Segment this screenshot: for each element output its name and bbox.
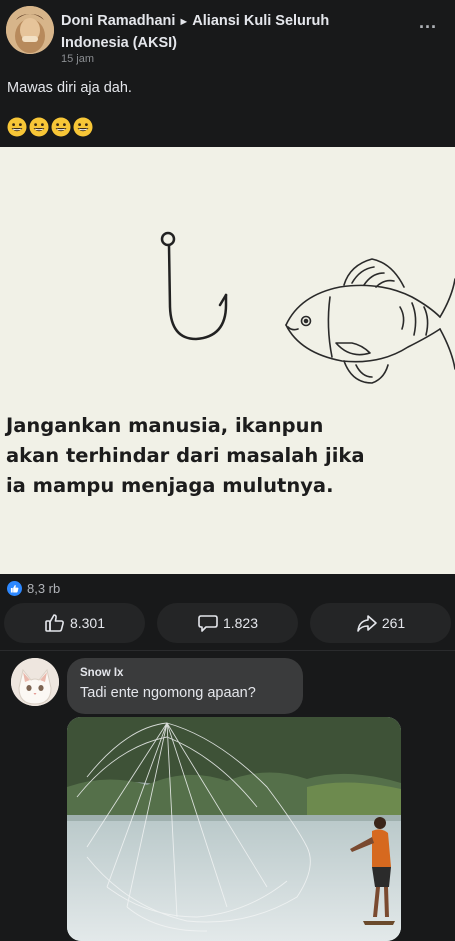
fishing-hook-icon xyxy=(160,231,228,341)
comment-text: Tadi ente ngomong apaan? xyxy=(80,685,256,701)
post-timestamp[interactable]: 15 jam xyxy=(61,53,94,65)
reaction-summary[interactable]: 8,3 rb xyxy=(7,578,60,598)
section-divider xyxy=(0,650,455,651)
more-options-button[interactable]: ... xyxy=(415,12,441,32)
fisherman-casting-net-photo xyxy=(67,717,401,941)
share-icon xyxy=(357,615,377,632)
emoji-row xyxy=(7,117,93,139)
author-name[interactable]: Doni Ramadhani xyxy=(61,13,175,29)
share-button[interactable]: 261 xyxy=(310,603,451,643)
commenter-avatar[interactable] xyxy=(11,658,59,706)
post-text: Mawas diri aja dah. xyxy=(7,80,132,96)
comment-button[interactable]: 1.823 xyxy=(157,603,298,643)
arrow-icon: ► xyxy=(178,16,190,28)
commenter-name[interactable]: Snow Ix xyxy=(80,667,123,679)
grinning-face-emoji-icon xyxy=(51,117,71,137)
author-avatar[interactable] xyxy=(6,6,54,54)
fish-icon xyxy=(285,258,455,384)
meme-caption: Jangankan manusia, ikanpun akan terhinda… xyxy=(6,414,365,497)
comment-count: 1.823 xyxy=(222,615,259,631)
post-author-line: Doni Ramadhani ► Aliansi Kuli Seluruh Indo… xyxy=(61,11,391,54)
grinning-face-emoji-icon xyxy=(29,117,49,137)
comment-icon xyxy=(198,615,218,632)
like-icon xyxy=(7,580,22,596)
share-count: 261 xyxy=(381,615,406,631)
grinning-face-emoji-icon xyxy=(73,117,93,137)
like-button[interactable]: 8.301 xyxy=(4,603,145,643)
comment-photo[interactable] xyxy=(67,717,401,941)
hook-and-fish-illustration xyxy=(160,231,455,384)
reaction-count: 8,3 rb xyxy=(27,580,61,596)
like-count: 8.301 xyxy=(69,615,106,631)
grinning-face-emoji-icon xyxy=(7,117,27,137)
post-header: Doni Ramadhani ► Aliansi Kuli Seluruh Indo… xyxy=(0,0,455,72)
thumbs-up-icon xyxy=(45,614,64,632)
meme-image[interactable]: Jangankan manusia, ikanpun akan terhinda… xyxy=(0,147,455,574)
comment-bubble[interactable]: Snow Ix Tadi ente ngomong apaan? xyxy=(67,658,303,714)
